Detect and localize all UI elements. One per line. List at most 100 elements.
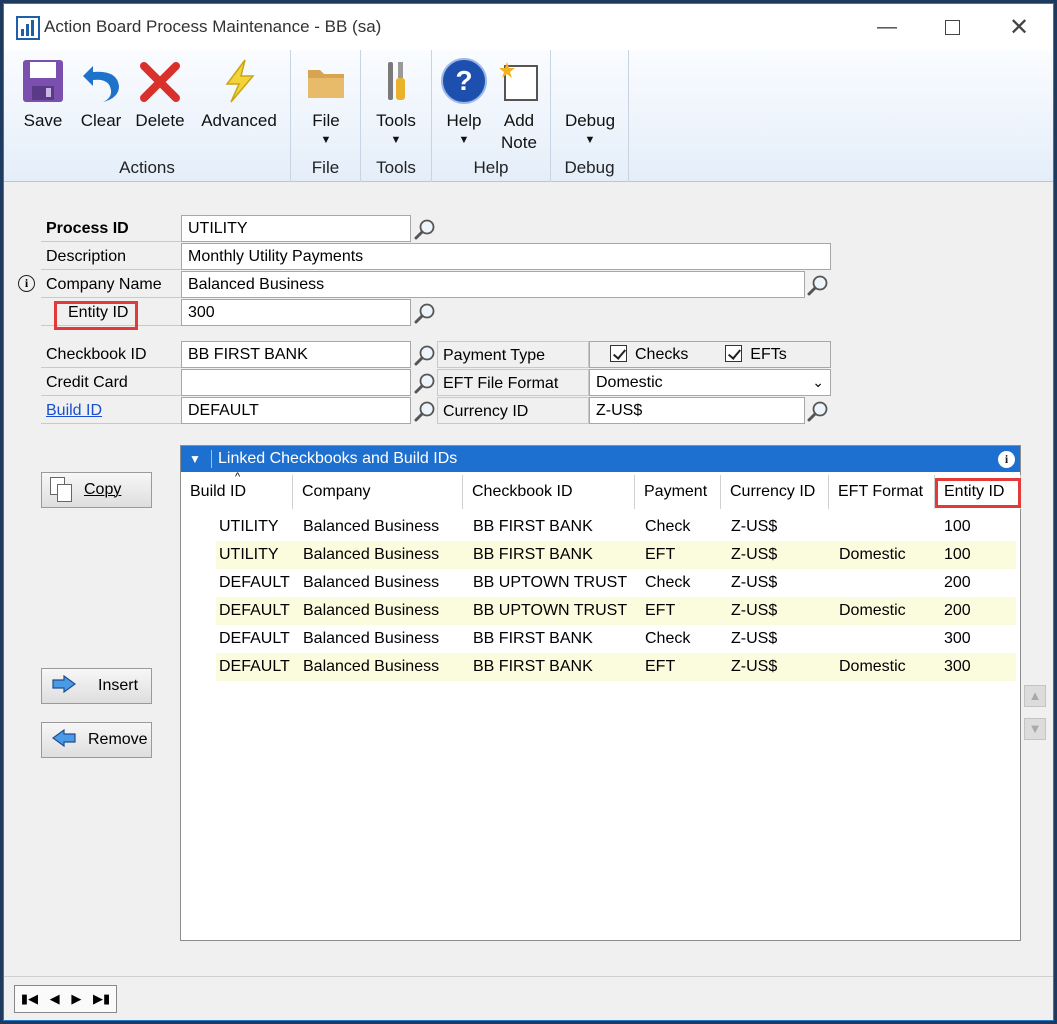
previous-record-icon[interactable]: ◀	[50, 991, 60, 1007]
column-header[interactable]: Currency ID	[721, 475, 829, 509]
lookup-icon[interactable]	[806, 397, 830, 424]
credit-card-field[interactable]	[181, 369, 411, 396]
remove-button[interactable]: Remove	[41, 722, 152, 758]
build-id-field[interactable]: DEFAULT	[181, 397, 411, 424]
column-header[interactable]: Company	[293, 475, 463, 509]
table-cell: Z-US$	[731, 658, 778, 675]
table-cell: DEFAULT	[219, 630, 290, 647]
build-id-link[interactable]: Build ID	[46, 402, 102, 419]
table-cell: Balanced Business	[303, 602, 440, 619]
debug-button[interactable]: Debug ▼	[559, 110, 621, 146]
checks-checkbox[interactable]: Checks	[610, 345, 688, 363]
ribbon-group-actions: Save Clear Delete Advanced Actions	[4, 50, 291, 182]
window-title: Action Board Process Maintenance - BB (s…	[44, 17, 382, 36]
currency-id-label: Currency ID	[437, 397, 589, 424]
undo-icon	[77, 56, 125, 106]
process-id-field[interactable]: UTILITY	[181, 215, 411, 242]
description-label: Description	[41, 243, 181, 270]
minimize-button[interactable]: —	[864, 4, 910, 50]
checkmark-icon	[610, 345, 627, 362]
chevron-down-icon: ⌄	[812, 374, 824, 390]
lookup-icon[interactable]	[806, 271, 830, 298]
table-cell: UTILITY	[219, 518, 279, 535]
file-button[interactable]: File ▼	[299, 56, 353, 146]
table-row[interactable]: DEFAULT Balanced Business BB FIRST BANK Che…	[216, 625, 1016, 653]
linked-checkbooks-grid: ▼ Linked Checkbooks and Build IDs i Buil…	[180, 445, 1021, 941]
scroll-down-button[interactable]: ▼	[1024, 718, 1046, 740]
table-cell: EFT	[645, 602, 676, 619]
lookup-icon[interactable]	[413, 369, 437, 396]
svg-text:?: ?	[455, 65, 472, 96]
table-cell: 100	[944, 546, 971, 563]
column-header[interactable]: Payment	[635, 475, 721, 509]
table-row[interactable]: UTILITY Balanced Business BB FIRST BANK Che…	[216, 513, 1016, 541]
info-icon[interactable]: i	[18, 275, 35, 292]
table-cell: BB UPTOWN TRUST	[473, 602, 628, 619]
help-button[interactable]: ? Help ▼	[438, 56, 490, 146]
table-cell: Check	[645, 518, 691, 535]
checkbook-id-field[interactable]: BB FIRST BANK	[181, 341, 411, 368]
clear-button[interactable]: Clear	[76, 56, 126, 132]
table-cell: Z-US$	[731, 518, 778, 535]
tools-button[interactable]: Tools ▼	[369, 56, 423, 146]
column-header[interactable]: EFT Format	[829, 475, 935, 509]
table-cell: Balanced Business	[303, 574, 440, 591]
eft-file-format-select[interactable]: Domestic ⌄	[589, 369, 831, 396]
table-row[interactable]: DEFAULT Balanced Business BB FIRST BANK EFT…	[216, 653, 1016, 681]
last-record-icon[interactable]: ▶▮	[93, 991, 110, 1007]
payment-type-options: Checks EFTs	[589, 341, 831, 368]
info-icon[interactable]: i	[998, 451, 1015, 468]
table-cell: Balanced Business	[303, 518, 440, 535]
build-id-label[interactable]: Build ID	[41, 397, 181, 424]
next-record-icon[interactable]: ▶	[71, 991, 81, 1007]
grid-header: ▼ Linked Checkbooks and Build IDs i	[181, 446, 1020, 472]
window: Action Board Process Maintenance - BB (s…	[3, 3, 1054, 1021]
table-cell: 100	[944, 518, 971, 535]
app-icon	[16, 16, 40, 40]
ribbon-group-label: Actions	[119, 158, 175, 177]
column-header[interactable]: Checkbook ID	[463, 475, 635, 509]
table-cell: BB FIRST BANK	[473, 518, 593, 535]
table-cell: BB FIRST BANK	[473, 658, 593, 675]
lookup-icon[interactable]	[413, 299, 437, 326]
copy-button[interactable]: Copy	[41, 472, 152, 508]
lookup-icon[interactable]	[413, 215, 437, 242]
save-button[interactable]: Save	[18, 56, 68, 132]
collapse-icon[interactable]: ▼	[189, 446, 201, 472]
company-name-label: Company Name	[41, 271, 181, 298]
chevron-down-icon: ▼	[390, 134, 402, 146]
lightning-icon	[215, 56, 263, 106]
credit-card-label: Credit Card	[41, 369, 181, 396]
chevron-down-icon: ▼	[320, 134, 332, 146]
advanced-button[interactable]: Advanced	[198, 56, 280, 132]
ribbon-group-tools: Tools ▼ Tools	[361, 50, 432, 182]
checkbook-id-label: Checkbook ID	[41, 341, 181, 368]
scroll-up-button[interactable]: ▲	[1024, 685, 1046, 707]
table-cell: Domestic	[839, 602, 906, 619]
table-cell: BB FIRST BANK	[473, 546, 593, 563]
table-cell: DEFAULT	[219, 658, 290, 675]
delete-button[interactable]: Delete	[132, 56, 188, 132]
lookup-icon[interactable]	[413, 397, 437, 424]
maximize-button[interactable]	[929, 4, 975, 50]
efts-checkbox[interactable]: EFTs	[725, 345, 787, 363]
currency-id-field[interactable]: Z-US$	[589, 397, 805, 424]
insert-button[interactable]: Insert	[41, 668, 152, 704]
record-navigator: ▮◀ ◀ ▶ ▶▮	[14, 985, 117, 1013]
entity-id-highlight	[54, 301, 138, 330]
table-cell: 200	[944, 602, 971, 619]
table-row[interactable]: UTILITY Balanced Business BB FIRST BANK EFT…	[216, 541, 1016, 569]
table-row[interactable]: DEFAULT Balanced Business BB UPTOWN TRUST E…	[216, 597, 1016, 625]
payment-type-label: Payment Type	[437, 341, 589, 368]
close-button[interactable]: ✕	[996, 4, 1042, 50]
table-cell: Balanced Business	[303, 546, 440, 563]
first-record-icon[interactable]: ▮◀	[21, 991, 38, 1007]
delete-x-icon	[136, 56, 184, 106]
description-field[interactable]: Monthly Utility Payments	[181, 243, 831, 270]
company-name-field[interactable]: Balanced Business	[181, 271, 805, 298]
add-note-button[interactable]: Add Note	[494, 56, 544, 154]
save-icon	[19, 56, 67, 106]
lookup-icon[interactable]	[413, 341, 437, 368]
entity-id-field[interactable]: 300	[181, 299, 411, 326]
table-row[interactable]: DEFAULT Balanced Business BB UPTOWN TRUST C…	[216, 569, 1016, 597]
